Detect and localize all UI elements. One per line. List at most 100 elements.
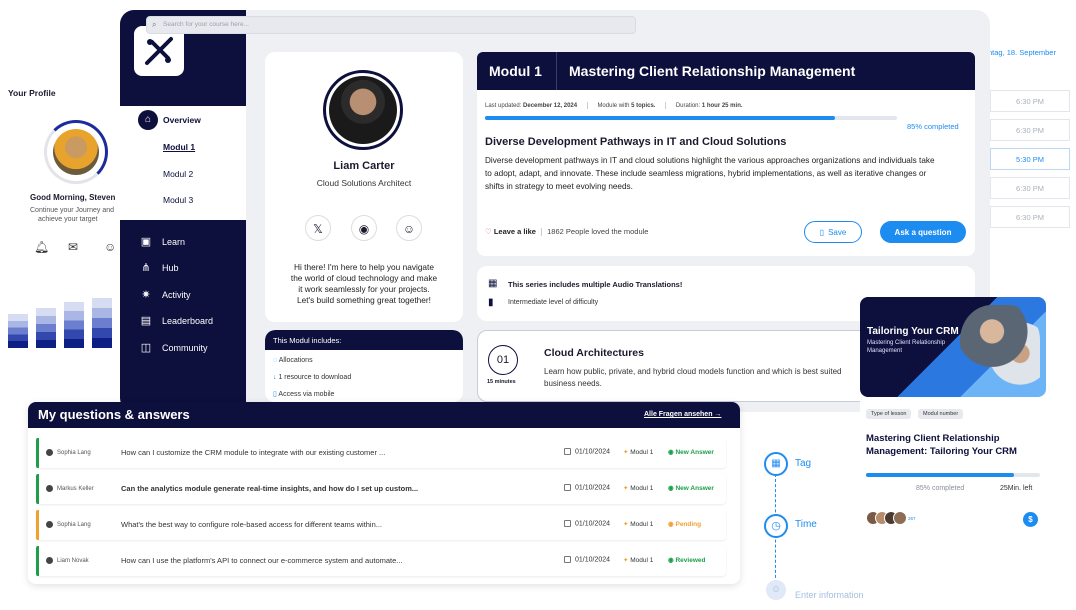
course-price-icon[interactable]: $ — [1023, 512, 1038, 527]
sidebar-item-leaderboard[interactable]: ▤ Leaderboard — [140, 315, 213, 327]
search-placeholder: Search for your course here... — [163, 21, 249, 28]
sidebar-item-modul-1[interactable]: Modul 1 — [163, 142, 195, 152]
time-slot-label: 6:30 PM — [1016, 183, 1044, 193]
chip-modul-number[interactable]: Modul number — [918, 409, 964, 419]
sidebar-item-modul-3[interactable]: Modul 3 — [163, 195, 193, 205]
save-button[interactable]: ▯ Save — [804, 221, 862, 243]
likes-count: 1862 People loved the module — [547, 227, 649, 236]
mail-icon[interactable]: ✉ — [68, 240, 78, 254]
github-icon[interactable]: ◉ — [351, 215, 377, 241]
hub-icon: ⋔ — [141, 262, 151, 274]
row-status: ◉ Pending — [668, 521, 702, 528]
timeline-tag: Tag — [795, 458, 812, 469]
greeting: Good Morning, Steven — [30, 193, 116, 202]
qa-title: My questions & answers — [38, 407, 190, 422]
module-heading: Diverse Development Pathways in IT and C… — [485, 136, 787, 148]
calendar-date: ntag, 18. September — [988, 48, 1056, 57]
ask-question-button[interactable]: Ask a question — [880, 221, 966, 243]
profile-chart-bar-1 — [8, 314, 28, 348]
row-module: ✦ Modul 1 — [623, 449, 654, 456]
lesson-minutes: 15 minutes — [487, 379, 516, 385]
row-status: ◉ Reviewed — [668, 557, 706, 564]
thumb-title: Tailoring Your CRM — [867, 326, 959, 337]
sidebar-item-community[interactable]: ◫ Community — [140, 342, 208, 354]
sidebar-item-activity[interactable]: ✷ Activity — [140, 289, 191, 301]
user-icon[interactable]: ☺ — [104, 240, 116, 254]
bell-icon[interactable]: 🔔︎ — [34, 240, 49, 254]
sidebar-item-modul-2[interactable]: Modul 2 — [163, 169, 193, 179]
difficulty-icon: ▮ — [488, 297, 494, 308]
lesson-number-badge: 01 — [488, 345, 518, 375]
time-slot-label: 5:30 PM — [1016, 154, 1044, 164]
sidebar-item-label: Learn — [162, 237, 186, 247]
row-module: ✦ Modul 1 — [623, 485, 654, 492]
sidebar-overview-panel: ⌂ Overview Modul 1 Modul 2 Modul 3 — [120, 106, 246, 220]
qa-see-all-link[interactable]: Alle Fragen ansehen → — [644, 411, 721, 418]
tag-icon[interactable]: ▦ — [764, 452, 788, 476]
row-question: What's the best way to configure role-ba… — [121, 520, 383, 529]
row-status-bar — [36, 438, 39, 468]
course-progress-text: 85% completed — [916, 485, 965, 492]
search-input[interactable]: ⌕ Search for your course here... — [146, 16, 636, 34]
sidebar-item-label: Community — [162, 343, 208, 353]
module-progress-text: 85% completed — [907, 122, 959, 131]
course-thumbnail[interactable] — [860, 297, 1046, 397]
thumb-sub-1: Mastering Client Relationship — [867, 340, 946, 346]
row-status-bar — [36, 546, 39, 576]
lesson-desc-1: Learn how public, private, and hybrid cl… — [544, 367, 842, 376]
sidebar-item-label: Activity — [162, 290, 191, 300]
table-row[interactable]: Markus Keller Can the analytics module g… — [36, 474, 726, 504]
sidebar-item-learn[interactable]: ▣ Learn — [140, 236, 185, 248]
time-slot-3[interactable]: 5:30 PM — [990, 148, 1070, 170]
learn-icon: ▣ — [140, 236, 152, 248]
activity-icon: ✷ — [141, 289, 151, 301]
instructor-role: Cloud Solutions Architect — [316, 178, 412, 188]
time-slot-2[interactable]: 6:30 PM — [990, 119, 1070, 141]
time-slot-5[interactable]: 6:30 PM — [990, 206, 1070, 228]
sidebar-item-hub[interactable]: ⋔ Hub — [140, 262, 178, 274]
includes-card: This Modul includes: ◌ Allocations ↓ 1 r… — [265, 330, 463, 402]
module-header: Modul 1 Mastering Client Relationship Ma… — [477, 52, 975, 90]
includes-item-2: ↓ 1 resource to download — [273, 374, 352, 381]
user-avatar-icon — [46, 521, 53, 528]
time-slot-4[interactable]: 6:30 PM — [990, 177, 1070, 199]
instructor-bio-2: the world of cloud technology and make — [290, 273, 438, 283]
instructor-card: Liam Carter Cloud Solutions Architect 𝕏 … — [265, 52, 463, 322]
table-row[interactable]: Sophia Lang What's the best way to confi… — [36, 510, 726, 540]
time-slot-1[interactable]: 6:30 PM — [990, 90, 1070, 112]
like-button[interactable]: ♡ Leave a like 1862 People loved the mod… — [485, 227, 649, 237]
includes-item-3: ▯ Access via mobile — [273, 391, 335, 398]
enter-icon[interactable]: ☺ — [766, 580, 786, 600]
user-avatar-icon — [46, 485, 53, 492]
row-status: ◉ New Answer — [668, 449, 714, 456]
profile-icon[interactable]: ☺ — [396, 215, 422, 241]
instructor-avatar[interactable] — [323, 70, 403, 150]
profile-avatar[interactable] — [44, 120, 108, 184]
module-desc-2: to adopt, adapt, and innovate. These inc… — [485, 169, 927, 178]
row-status: ◉ New Answer — [668, 485, 714, 492]
series-audio: This series includes multiple Audio Tran… — [508, 280, 683, 289]
table-row[interactable]: Sophia Lang How can I customize the CRM … — [36, 438, 726, 468]
row-module: ✦ Modul 1 — [623, 557, 654, 564]
row-question: Can the analytics module generate real-t… — [121, 484, 419, 493]
sidebar-item-overview[interactable]: Overview — [163, 115, 201, 125]
profile-chart-bar-3 — [64, 302, 84, 348]
row-user: Sophia Lang — [46, 521, 91, 528]
lesson-card[interactable]: 01 15 minutes Cloud Architectures Learn … — [477, 330, 897, 402]
clock-icon[interactable]: ◷ — [764, 514, 788, 538]
greeting-sub-1: Continue your Journey and — [30, 207, 115, 214]
timeline-time: Time — [795, 519, 817, 530]
time-slot-label: 6:30 PM — [1016, 125, 1044, 135]
overview-icon[interactable]: ⌂ — [138, 110, 158, 130]
profile-chart-bar-4 — [92, 298, 112, 348]
module-card: Last updated: December 12, 2024 Module w… — [477, 90, 975, 256]
thumb-sub-2: Management — [867, 348, 903, 354]
greeting-sub-2: achieve your target — [38, 216, 98, 223]
x-icon[interactable]: 𝕏 — [305, 215, 331, 241]
lesson-title: Cloud Architectures — [544, 347, 644, 359]
time-slot-label: 6:30 PM — [1016, 212, 1044, 222]
chip-type-of-lesson[interactable]: Type of lesson — [866, 409, 912, 419]
heart-icon: ♡ — [485, 227, 492, 236]
community-icon: ◫ — [140, 342, 152, 354]
table-row[interactable]: Liam Novak How can I use the platform's … — [36, 546, 726, 576]
